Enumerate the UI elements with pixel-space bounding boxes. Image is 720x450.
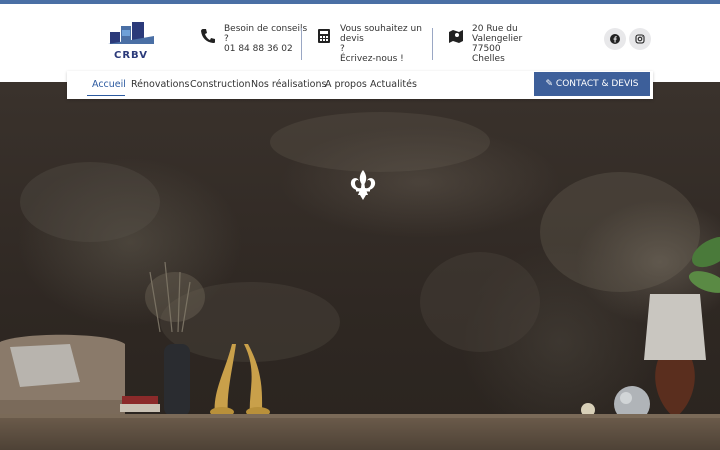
- logo[interactable]: CRBV: [108, 20, 154, 64]
- nav-item-apropos[interactable]: A propos: [325, 71, 367, 99]
- nav-item-actualites[interactable]: Actualités: [370, 71, 417, 99]
- pencil-icon: ✎: [545, 79, 554, 89]
- nav-item-construction[interactable]: Construction: [190, 71, 251, 99]
- logo-text: CRBV: [114, 50, 148, 61]
- logo-building-icon: [108, 22, 154, 44]
- devis-label: Vous souhaitez un devis: [340, 24, 422, 44]
- address-line2: Valengelier: [472, 34, 523, 44]
- devis-label-2: ?: [340, 44, 345, 54]
- facebook-icon: [610, 34, 620, 44]
- contact-address[interactable]: 20 Rue du Valengelier 77500 Chelles: [448, 24, 534, 64]
- contact-devis[interactable]: Vous souhaitez un devis ? Écrivez-nous !: [316, 24, 438, 64]
- fleur-de-lis-icon: [350, 170, 376, 200]
- instagram-icon: [635, 34, 645, 44]
- devis-cta: Écrivez-nous !: [340, 54, 404, 64]
- active-underline: [87, 95, 125, 96]
- nav-item-renovations[interactable]: Rénovations: [131, 71, 189, 99]
- phone-number: 01 84 88 36 02: [224, 44, 293, 54]
- phone-icon: [201, 29, 215, 43]
- wooden-shelf: [0, 418, 720, 450]
- page: CRBV Besoin de conseils ? 01 84 88 36 02…: [0, 0, 720, 450]
- facebook-button[interactable]: [604, 28, 626, 50]
- contact-phone[interactable]: Besoin de conseils ? 01 84 88 36 02: [200, 24, 308, 54]
- map-icon: [449, 30, 463, 43]
- nav-item-realisations[interactable]: Nos réalisations: [251, 71, 326, 99]
- instagram-button[interactable]: [629, 28, 651, 50]
- hero-scene: [0, 112, 720, 422]
- divider: [432, 28, 433, 60]
- address-line1: 20 Rue du: [472, 24, 518, 34]
- calculator-icon: [318, 29, 330, 43]
- hero-background: [0, 82, 720, 450]
- address-line3: 77500 Chelles: [472, 44, 505, 64]
- divider: [301, 28, 302, 60]
- contact-devis-button[interactable]: ✎ CONTACT & DEVIS: [534, 72, 650, 96]
- contact-devis-label: CONTACT & DEVIS: [555, 79, 639, 89]
- phone-label: Besoin de conseils ?: [224, 24, 308, 44]
